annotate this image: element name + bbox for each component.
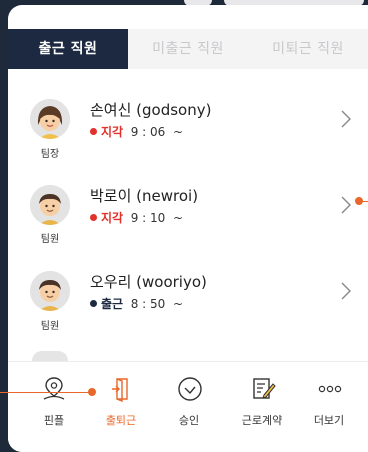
- attendance-status: 지각 9 : 10 ~: [90, 209, 183, 226]
- callout-dot: [355, 197, 363, 205]
- clock-in-time: 9 : 10 ~: [130, 211, 183, 225]
- contract-document-icon: [253, 378, 276, 399]
- next-avatar-peek: [32, 351, 68, 361]
- chevron-right-icon[interactable]: [338, 109, 354, 129]
- nav-label: 승인: [178, 414, 200, 427]
- nav-label: 출퇴근: [105, 414, 137, 427]
- status-dot: [90, 128, 97, 135]
- employee-name: 손여신 (godsony): [90, 101, 212, 119]
- nav-label: 근로계약: [241, 414, 283, 427]
- attendance-status: 출근 8 : 50 ~: [90, 295, 183, 312]
- employee-role: 팀원: [40, 234, 60, 245]
- nav-approval[interactable]: 승인: [157, 362, 221, 452]
- status-label: 지각: [101, 211, 124, 225]
- map-pin-icon: [43, 377, 65, 400]
- tab-not-clocked-in[interactable]: 미출근 직원: [128, 29, 248, 69]
- nav-pinple[interactable]: 핀플: [22, 362, 86, 452]
- tab-bar: 출근 직원 미출근 직원 미퇴근 직원: [8, 29, 368, 69]
- employee-row[interactable]: 팀장 손여신 (godsony) 지각 9 : 06 ~: [8, 69, 368, 160]
- nav-more[interactable]: 더보기: [297, 362, 361, 452]
- nav-contract[interactable]: 근로계약: [230, 362, 294, 452]
- female-avatar-icon: [30, 99, 70, 139]
- status-dot: [90, 214, 97, 221]
- chevron-right-icon[interactable]: [338, 195, 354, 215]
- employee-role: 팀원: [40, 321, 60, 332]
- check-circle-icon: [178, 377, 202, 401]
- employee-row[interactable]: 팀원 오우리 (wooriyo) 출근 8 : 50 ~: [8, 245, 368, 333]
- male-avatar-icon: [30, 271, 70, 311]
- employee-list: 팀장 손여신 (godsony) 지각 9 : 06 ~ 팀원 박로이 (new…: [8, 69, 368, 357]
- more-dots-icon: [318, 385, 342, 393]
- app-card: 출근 직원 미출근 직원 미퇴근 직원 팀장 손여신 (godsony) 지각 …: [8, 5, 368, 452]
- attendance-status: 지각 9 : 06 ~: [90, 123, 183, 140]
- callout-line: [0, 392, 92, 393]
- status-label: 지각: [101, 125, 124, 139]
- door-exit-icon: [112, 377, 128, 402]
- clock-in-time: 8 : 50 ~: [130, 297, 183, 311]
- nav-label: 더보기: [313, 414, 345, 427]
- chevron-right-icon[interactable]: [338, 281, 354, 301]
- employee-name: 박로이 (newroi): [90, 187, 199, 205]
- callout-dot: [88, 388, 96, 396]
- nav-label: 핀플: [43, 414, 65, 427]
- clock-in-time: 9 : 06 ~: [130, 125, 183, 139]
- status-label: 출근: [101, 297, 124, 311]
- employee-name: 오우리 (wooriyo): [90, 273, 207, 291]
- device-frame: 출근 직원 미출근 직원 미퇴근 직원 팀장 손여신 (godsony) 지각 …: [0, 0, 368, 452]
- tab-not-clocked-out[interactable]: 미퇴근 직원: [248, 29, 368, 69]
- male-avatar-icon: [30, 185, 70, 225]
- employee-row[interactable]: 팀원 박로이 (newroi) 지각 9 : 10 ~: [8, 157, 368, 245]
- nav-commute[interactable]: 출퇴근: [89, 362, 153, 452]
- tab-clocked-in[interactable]: 출근 직원: [8, 29, 128, 69]
- bottom-navigation: 핀플 출퇴근 승인 근로계약 더보기: [8, 361, 368, 452]
- status-dot: [90, 300, 97, 307]
